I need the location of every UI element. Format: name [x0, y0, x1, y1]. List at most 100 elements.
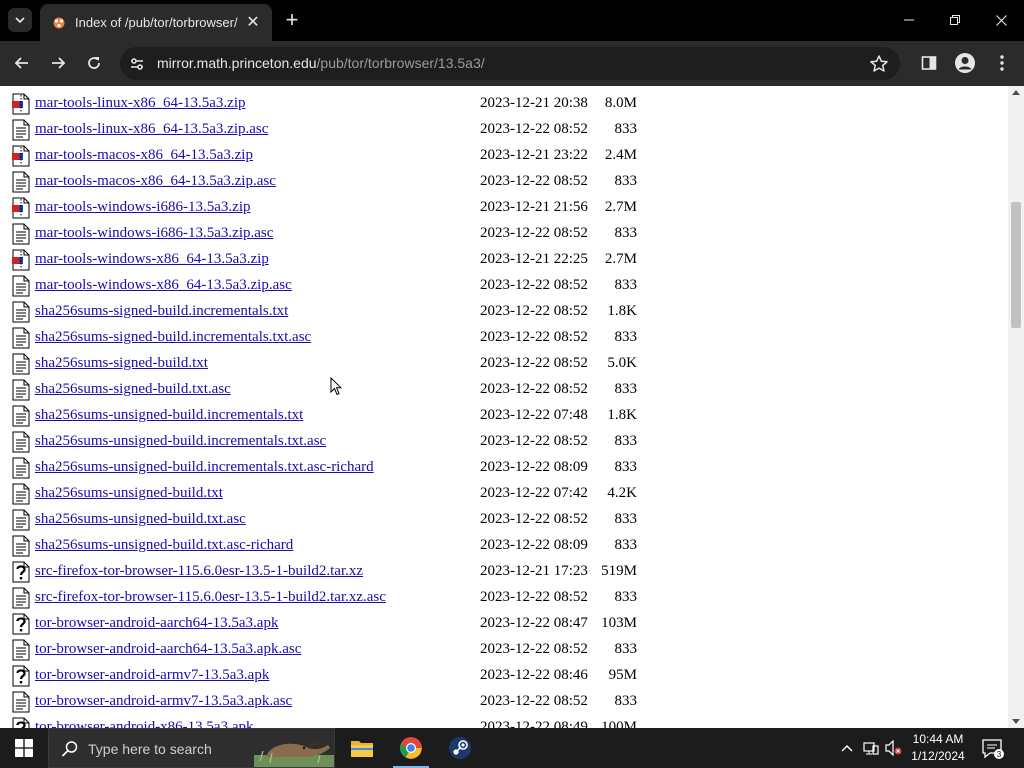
file-size: 2.7M — [604, 251, 637, 267]
file-link[interactable]: src-firefox-tor-browser-115.6.0esr-13.5-… — [35, 589, 386, 606]
forward-button[interactable] — [45, 50, 71, 76]
file-row: sha256sums-unsigned-build.incrementals.t… — [0, 403, 1008, 429]
file-link[interactable]: sha256sums-unsigned-build.txt.asc — [35, 511, 246, 528]
star-icon[interactable] — [869, 54, 889, 74]
file-size: 1.8K — [607, 303, 637, 319]
file-size: 833 — [614, 589, 638, 605]
scroll-up-arrow-icon[interactable] — [1012, 90, 1020, 95]
text-file-icon — [11, 431, 31, 453]
volume-muted-icon[interactable] — [885, 739, 903, 757]
file-link[interactable]: sha256sums-signed-build.txt — [35, 355, 208, 372]
file-link[interactable]: sha256sums-signed-build.incrementals.txt… — [35, 329, 311, 346]
file-size: 519M — [601, 563, 637, 579]
back-button[interactable] — [9, 50, 35, 76]
scroll-thumb[interactable] — [1011, 202, 1021, 328]
new-tab-button[interactable]: + — [281, 9, 303, 31]
text-file-icon — [11, 353, 31, 375]
file-size: 833 — [614, 329, 638, 345]
file-size: 833 — [614, 225, 638, 241]
text-file-icon — [11, 275, 31, 297]
side-panel-icon — [921, 56, 937, 70]
scroll-down-arrow-icon[interactable] — [1012, 719, 1020, 724]
file-size: 1.8K — [607, 407, 637, 423]
file-link[interactable]: tor-browser-android-x86-13.5a3.apk — [35, 719, 254, 728]
file-row: tor-browser-android-aarch64-13.5a3.apk.a… — [0, 637, 1008, 663]
system-clock[interactable]: 10:44 AM 1/12/2024 — [903, 731, 973, 765]
text-file-icon — [11, 171, 31, 193]
file-link[interactable]: mar-tools-macos-x86_64-13.5a3.zip — [35, 147, 253, 164]
file-size: 833 — [614, 641, 638, 657]
reload-button[interactable] — [81, 50, 107, 76]
file-link[interactable]: mar-tools-linux-x86_64-13.5a3.zip.asc — [35, 121, 268, 138]
file-row: mar-tools-linux-x86_64-13.5a3.zip 2023-12… — [0, 91, 1008, 117]
address-bar[interactable]: mirror.math.princeton.edu/pub/tor/torbro… — [120, 47, 900, 80]
taskbar-steam[interactable] — [436, 728, 484, 768]
text-file-icon — [11, 405, 31, 427]
file-modified-date: 2023-12-22 08:52 — [480, 277, 588, 293]
file-link[interactable]: mar-tools-windows-i686-13.5a3.zip.asc — [35, 225, 273, 242]
file-modified-date: 2023-12-22 08:52 — [480, 511, 588, 527]
unknown-file-icon — [11, 561, 31, 583]
file-link[interactable]: mar-tools-windows-i686-13.5a3.zip — [35, 199, 251, 216]
file-modified-date: 2023-12-22 08:49 — [480, 719, 588, 728]
tab-active[interactable]: Index of /pub/tor/torbrowser/13.5a3/ ✕ — [40, 4, 272, 41]
archive-icon — [11, 145, 31, 167]
file-link[interactable]: tor-browser-android-aarch64-13.5a3.apk — [35, 615, 278, 632]
file-link[interactable]: tor-browser-android-armv7-13.5a3.apk.asc — [35, 693, 292, 710]
file-row: mar-tools-windows-x86_64-13.5a3.zip 2023-… — [0, 247, 1008, 273]
file-link[interactable]: sha256sums-unsigned-build.txt.asc-richar… — [35, 537, 293, 554]
tab-close-icon[interactable]: ✕ — [244, 14, 262, 32]
profile-button[interactable] — [953, 51, 977, 75]
start-button[interactable] — [0, 728, 48, 768]
file-link[interactable]: mar-tools-windows-x86_64-13.5a3.zip.asc — [35, 277, 292, 294]
file-link[interactable]: tor-browser-android-aarch64-13.5a3.apk.a… — [35, 641, 301, 658]
side-panel-button[interactable] — [917, 51, 941, 75]
file-size: 833 — [614, 693, 638, 709]
file-row: mar-tools-windows-i686-13.5a3.zip.asc 202… — [0, 221, 1008, 247]
file-link[interactable]: mar-tools-windows-x86_64-13.5a3.zip — [35, 251, 269, 268]
file-modified-date: 2023-12-22 08:47 — [480, 615, 588, 631]
restore-icon — [950, 15, 960, 25]
close-window-button[interactable] — [978, 0, 1024, 40]
notifications-button[interactable]: 3 — [980, 736, 1004, 760]
site-info-button[interactable] — [126, 53, 147, 74]
file-modified-date: 2023-12-21 22:25 — [480, 251, 588, 267]
file-row: tor-browser-android-armv7-13.5a3.apk 2023… — [0, 663, 1008, 689]
file-link[interactable]: sha256sums-unsigned-build.txt — [35, 485, 223, 502]
close-icon — [995, 14, 1007, 26]
text-file-icon — [11, 587, 31, 609]
file-modified-date: 2023-12-22 08:52 — [480, 173, 588, 189]
minimize-button[interactable] — [886, 0, 932, 40]
file-link[interactable]: tor-browser-android-armv7-13.5a3.apk — [35, 667, 269, 684]
url-text[interactable]: mirror.math.princeton.edu/pub/tor/torbro… — [157, 55, 485, 71]
file-explorer-icon — [351, 741, 373, 757]
menu-button[interactable] — [990, 51, 1014, 75]
tune-icon — [130, 57, 143, 70]
vertical-scrollbar[interactable] — [1008, 86, 1024, 728]
tray-overflow-chevron-up-icon[interactable] — [838, 739, 856, 757]
file-link[interactable]: src-firefox-tor-browser-115.6.0esr-13.5-… — [35, 563, 363, 580]
taskbar-chrome[interactable] — [387, 728, 435, 768]
file-size: 833 — [614, 277, 638, 293]
file-link[interactable]: mar-tools-linux-x86_64-13.5a3.zip — [35, 95, 246, 112]
file-link[interactable]: sha256sums-unsigned-build.incrementals.t… — [35, 459, 374, 476]
network-icon[interactable] — [862, 739, 880, 757]
file-row: sha256sums-unsigned-build.incrementals.t… — [0, 429, 1008, 455]
file-link[interactable]: sha256sums-unsigned-build.incrementals.t… — [35, 433, 326, 450]
file-row: sha256sums-signed-build.incrementals.txt… — [0, 299, 1008, 325]
tab-title: Index of /pub/tor/torbrowser/13.5a3/ — [75, 15, 238, 30]
file-row: sha256sums-signed-build.txt 2023-12-22 08… — [0, 351, 1008, 377]
unknown-file-icon — [11, 665, 31, 687]
taskbar-file-explorer[interactable] — [338, 728, 386, 768]
steam-icon — [449, 737, 471, 759]
chrome-icon — [399, 737, 422, 759]
file-link[interactable]: sha256sums-signed-build.txt.asc — [35, 381, 231, 398]
file-link[interactable]: sha256sums-unsigned-build.incrementals.t… — [35, 407, 303, 424]
file-link[interactable]: sha256sums-signed-build.incrementals.txt — [35, 303, 288, 320]
file-modified-date: 2023-12-22 08:52 — [480, 433, 588, 449]
file-link[interactable]: mar-tools-macos-x86_64-13.5a3.zip.asc — [35, 173, 276, 190]
taskbar-search-box[interactable]: Type here to search — [48, 728, 335, 768]
restore-button[interactable] — [932, 0, 978, 40]
tab-search-button[interactable] — [8, 8, 32, 32]
text-file-icon — [11, 639, 31, 661]
